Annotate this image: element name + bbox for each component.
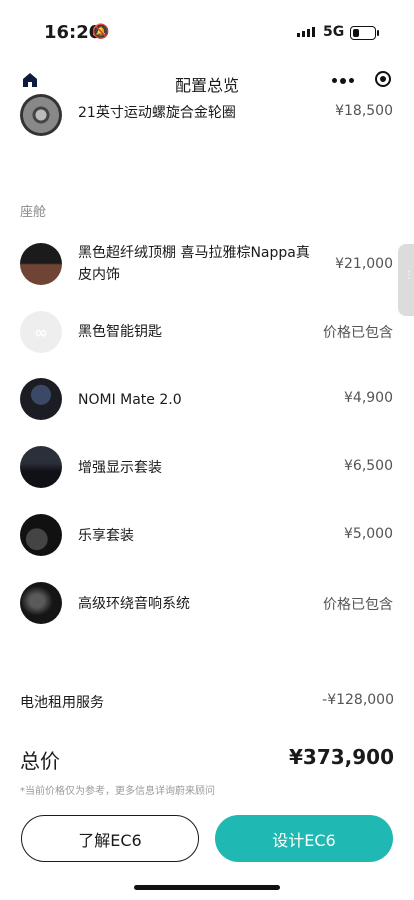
mini-program-capsule xyxy=(322,64,402,96)
status-bar: 16:20 🔕 5G xyxy=(0,0,414,64)
battery-rental-label: 电池租用服务 xyxy=(20,695,104,711)
item-price: ¥4,900 xyxy=(344,390,393,406)
section-label-cabin: 座舱 xyxy=(20,205,47,220)
item-price: 价格已包含 xyxy=(323,325,393,341)
config-item[interactable]: ∞ 黑色智能钥匙 价格已包含 xyxy=(0,311,414,355)
config-item[interactable]: 高级环绕音响系统 价格已包含 xyxy=(0,582,414,626)
total-label: 总价 xyxy=(20,749,60,773)
display-icon xyxy=(20,446,62,488)
seat-icon xyxy=(20,514,62,556)
home-indicator[interactable] xyxy=(134,885,280,890)
config-item-wheel[interactable]: 21英寸运动螺旋合金轮圈 ¥18,500 xyxy=(0,94,414,138)
price-note: *当前价格仅为参考，更多信息详询蔚来顾问 xyxy=(20,786,215,797)
config-item[interactable]: 乐享套装 ¥5,000 xyxy=(0,514,414,558)
battery-icon xyxy=(350,26,379,40)
item-price: ¥5,000 xyxy=(344,526,393,542)
item-price: ¥18,500 xyxy=(335,103,393,119)
config-item[interactable]: 增强显示套装 ¥6,500 xyxy=(0,446,414,490)
roof-leather-icon xyxy=(20,243,62,285)
item-price: ¥21,000 xyxy=(335,256,393,272)
side-drawer-handle[interactable]: ⋮ xyxy=(398,244,414,316)
more-icon[interactable] xyxy=(332,77,354,84)
battery-rental-price: -¥128,000 xyxy=(322,692,394,708)
item-name: 乐享套装 xyxy=(78,528,134,544)
item-name: 增强显示套装 xyxy=(78,460,162,476)
total-price: ¥373,900 xyxy=(288,745,394,769)
battery-rental-row: 电池租用服务 -¥128,000 xyxy=(20,692,394,712)
item-price: ¥6,500 xyxy=(344,458,393,474)
smart-key-icon: ∞ xyxy=(20,311,62,353)
item-name: 黑色智能钥匙 xyxy=(78,324,162,340)
mute-bell-icon: 🔕 xyxy=(92,24,110,40)
item-name: 21英寸运动螺旋合金轮圈 xyxy=(78,105,236,121)
config-item[interactable]: NOMI Mate 2.0 ¥4,900 xyxy=(0,378,414,422)
item-name: 高级环绕音响系统 xyxy=(78,596,190,612)
nomi-icon xyxy=(20,378,62,420)
design-ec6-button[interactable]: 设计EC6 xyxy=(215,815,393,862)
item-price: 价格已包含 xyxy=(323,597,393,613)
item-name: NOMI Mate 2.0 xyxy=(78,392,182,408)
nav-bar: 配置总览 xyxy=(0,64,414,98)
learn-ec6-button[interactable]: 了解EC6 xyxy=(21,815,199,862)
wheel-icon xyxy=(20,94,62,136)
total-row: 总价 ¥373,900 xyxy=(20,745,394,775)
close-target-icon[interactable] xyxy=(375,71,391,87)
config-item[interactable]: 黑色超纤绒顶棚 喜马拉雅棕Nappa真皮内饰 ¥21,000 xyxy=(0,243,414,287)
network-type: 5G xyxy=(323,24,345,40)
signal-icon xyxy=(297,27,315,37)
item-name: 黑色超纤绒顶棚 喜马拉雅棕Nappa真皮内饰 xyxy=(78,245,310,283)
speaker-icon xyxy=(20,582,62,624)
